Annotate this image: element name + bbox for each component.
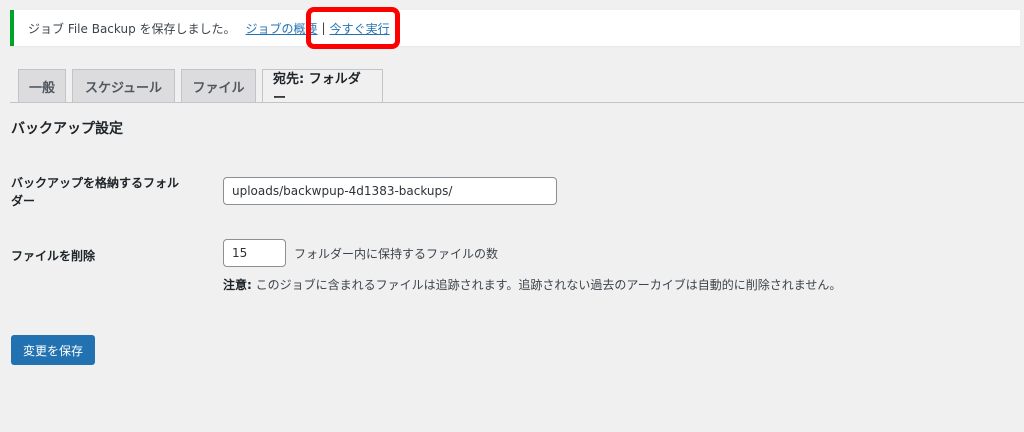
notice-separator: | <box>321 21 326 35</box>
max-files-input[interactable] <box>223 239 286 267</box>
folder-label: バックアップを格納するフォル ダー <box>11 174 179 210</box>
note-prefix: 注意: <box>223 278 252 292</box>
job-overview-link[interactable]: ジョブの概要 <box>246 20 318 37</box>
tab-destination-folder[interactable]: 宛先: フォルダー <box>262 69 383 106</box>
delete-files-label: ファイルを削除 <box>11 249 96 263</box>
section-title: バックアップ設定 <box>11 121 123 137</box>
tab-divider <box>10 102 1024 103</box>
success-notice: ジョブ File Backup を保存しました。 ジョブの概要 | 今すぐ実行 <box>10 10 1020 46</box>
tab-general[interactable]: 一般 <box>18 69 66 102</box>
note-text: このジョブに含まれるファイルは追跡されます。追跡されない過去のアーカイブは自動的… <box>251 278 842 292</box>
tab-schedule[interactable]: スケジュール <box>72 69 175 102</box>
tab-files[interactable]: ファイル <box>181 69 256 102</box>
save-changes-button[interactable]: 変更を保存 <box>11 335 95 365</box>
max-files-description: フォルダー内に保持するファイルの数 <box>294 247 499 261</box>
notice-message: ジョブ File Backup を保存しました。 <box>28 21 236 36</box>
folder-input[interactable] <box>223 177 557 205</box>
folder-label-line1: バックアップを格納するフォル <box>11 176 180 190</box>
settings-tabs: 一般 スケジュール ファイル 宛先: フォルダー <box>18 69 383 106</box>
run-now-link[interactable]: 今すぐ実行 <box>330 20 390 37</box>
folder-label-line2: ダー <box>11 194 36 208</box>
delete-files-note: 注意: このジョブに含まれるファイルは追跡されます。追跡されない過去のアーカイブ… <box>223 276 841 293</box>
